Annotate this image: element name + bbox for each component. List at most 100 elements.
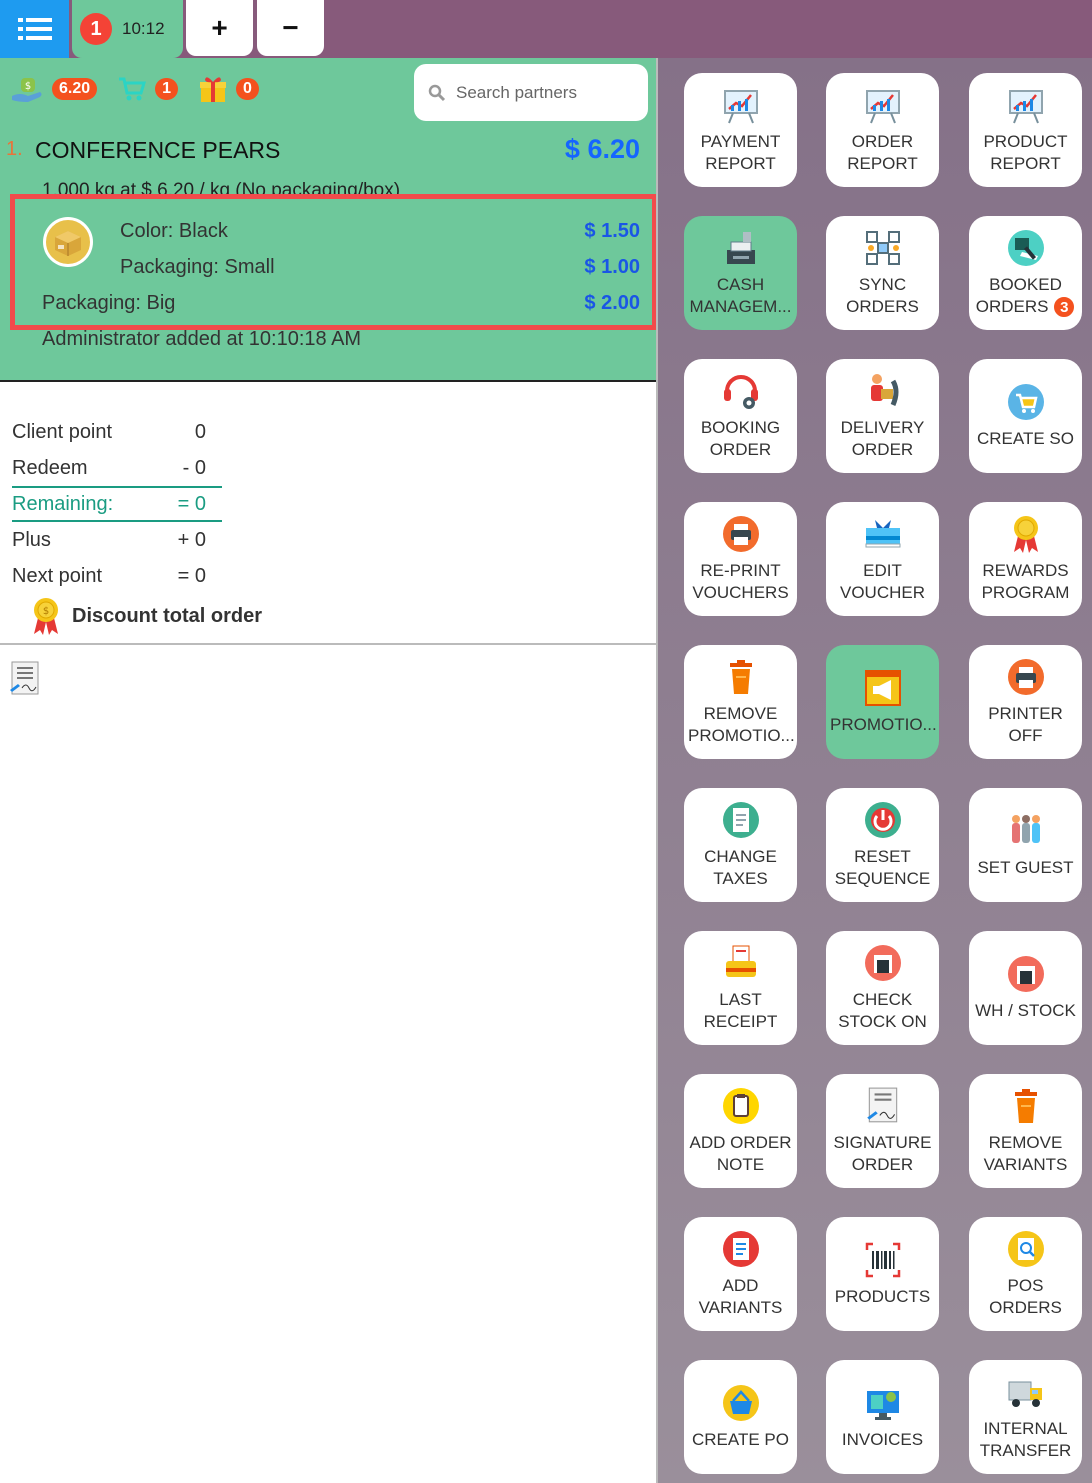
svg-text:$: $ bbox=[25, 81, 31, 92]
tile-label: LAST RECEIPT bbox=[703, 990, 778, 1031]
tile-edit-voucher[interactable]: EDIT VOUCHER bbox=[826, 502, 939, 616]
tile-rewards-program[interactable]: REWARDS PROGRAM bbox=[969, 502, 1082, 616]
points-row: Next point = 0 bbox=[12, 558, 222, 594]
printer-icon bbox=[721, 514, 761, 554]
add-order-button[interactable]: + bbox=[186, 0, 253, 56]
tile-label: BOOKED ORDERS 3 bbox=[972, 274, 1079, 319]
tile-add-order-note[interactable]: ADD ORDER NOTE bbox=[684, 1074, 797, 1188]
count-badge: 3 bbox=[1053, 296, 1076, 319]
search-icon bbox=[428, 84, 446, 101]
tile-label: ORDER REPORT bbox=[847, 132, 918, 173]
tile-label: PROMOTIO... bbox=[830, 715, 937, 734]
tile-add-variants[interactable]: ADD VARIANTS bbox=[684, 1217, 797, 1331]
remove-order-button[interactable]: − bbox=[257, 0, 324, 56]
loyalty-points: Client point 0 Redeem - 0 Remaining: = 0… bbox=[12, 414, 222, 594]
added-by-note: Administrator added at 10:10:18 AM bbox=[42, 328, 362, 350]
tile-change-taxes[interactable]: CHANGE TAXES bbox=[684, 788, 797, 902]
tile-order-report[interactable]: ORDER REPORT bbox=[826, 73, 939, 187]
tile-sync-orders[interactable]: SYNC ORDERS bbox=[826, 216, 939, 330]
checklist-icon bbox=[721, 1229, 761, 1269]
truck-icon bbox=[1006, 1372, 1046, 1412]
tile-label: REMOVE VARIANTS bbox=[983, 1133, 1068, 1174]
search-partners-input[interactable] bbox=[456, 82, 626, 103]
tile-remove-variants[interactable]: REMOVE VARIANTS bbox=[969, 1074, 1082, 1188]
variants-box: Color: Black $ 1.50 Packaging: Small $ 1… bbox=[10, 194, 657, 330]
chart-board-icon bbox=[863, 85, 903, 125]
points-value: - 0 bbox=[182, 456, 206, 479]
points-value: 0 bbox=[194, 420, 206, 443]
tile-pos-orders[interactable]: POS ORDERS bbox=[969, 1217, 1082, 1331]
search-doc-icon bbox=[1006, 1229, 1046, 1269]
points-row: Client point 0 bbox=[12, 414, 222, 450]
tile-create-po[interactable]: CREATE PO bbox=[684, 1360, 797, 1474]
tile-reset-sequence[interactable]: RESET SEQUENCE bbox=[826, 788, 939, 902]
order-summary-stats: $ 6.20 1 0 bbox=[10, 74, 259, 104]
tile-set-guest[interactable]: SET GUEST bbox=[969, 788, 1082, 902]
points-value: + 0 bbox=[177, 528, 206, 551]
tile-booking-order[interactable]: BOOKING ORDER bbox=[684, 359, 797, 473]
tile-cash-managem[interactable]: CASH MANAGEM... bbox=[684, 216, 797, 330]
tile-invoices[interactable]: INVOICES bbox=[826, 1360, 939, 1474]
tile-label: RE-PRINT VOUCHERS bbox=[692, 561, 789, 602]
gift-count-badge: 0 bbox=[236, 78, 259, 100]
tile-internal-transfer[interactable]: INTERNAL TRANSFER bbox=[969, 1360, 1082, 1474]
cart-icon bbox=[119, 77, 147, 101]
tile-label: INTERNAL TRANSFER bbox=[979, 1419, 1072, 1460]
tile-products[interactable]: PRODUCTS bbox=[826, 1217, 939, 1331]
tile-promotio[interactable]: PROMOTIO... bbox=[826, 645, 939, 759]
tile-label: POS ORDERS bbox=[989, 1276, 1062, 1317]
top-bar: 1 10:12 + − bbox=[0, 0, 1092, 58]
order-tab[interactable]: 1 10:12 bbox=[72, 0, 183, 58]
tile-label: INVOICES bbox=[841, 1430, 924, 1449]
cart-count-badge: 1 bbox=[155, 78, 179, 100]
points-label: Remaining: bbox=[12, 492, 114, 515]
headset-icon bbox=[721, 371, 761, 411]
tile-remove-promotio[interactable]: REMOVE PROMOTIO... bbox=[684, 645, 797, 759]
tile-label: EDIT VOUCHER bbox=[839, 561, 925, 602]
tile-re-print-vouchers[interactable]: RE-PRINT VOUCHERS bbox=[684, 502, 797, 616]
tile-wh-stock[interactable]: WH / STOCK bbox=[969, 931, 1082, 1045]
tile-label: REWARDS PROGRAM bbox=[981, 561, 1070, 602]
menu-button[interactable] bbox=[0, 0, 69, 58]
amount-badge: 6.20 bbox=[52, 78, 98, 100]
tile-product-report[interactable]: PRODUCT REPORT bbox=[969, 73, 1082, 187]
signature-icon[interactable] bbox=[8, 660, 42, 703]
points-value: = 0 bbox=[177, 492, 206, 515]
discount-total-order[interactable]: $ Discount total order bbox=[30, 596, 262, 636]
tile-delivery-order[interactable]: DELIVERY ORDER bbox=[826, 359, 939, 473]
points-value: = 0 bbox=[177, 564, 206, 587]
clipboard-icon bbox=[721, 1086, 761, 1126]
tile-label: CREATE PO bbox=[692, 1430, 789, 1449]
gift-icon bbox=[200, 77, 227, 102]
tile-label: BOOKING ORDER bbox=[700, 418, 781, 459]
warehouse-icon bbox=[1006, 954, 1046, 994]
tile-label: DELIVERY ORDER bbox=[840, 418, 925, 459]
tile-printer-off[interactable]: PRINTER OFF bbox=[969, 645, 1082, 759]
tile-last-receipt[interactable]: LAST RECEIPT bbox=[684, 931, 797, 1045]
tile-label: ADD VARIANTS bbox=[698, 1276, 783, 1317]
megaphone-icon bbox=[863, 668, 903, 708]
cash-register-icon bbox=[721, 228, 761, 268]
tile-check-stock-on[interactable]: CHECK STOCK ON bbox=[826, 931, 939, 1045]
tile-label: CHECK STOCK ON bbox=[838, 990, 927, 1031]
list-menu-icon bbox=[17, 18, 52, 40]
medal-icon: $ bbox=[34, 598, 58, 635]
tile-label: RESET SEQUENCE bbox=[834, 847, 931, 888]
tile-create-so[interactable]: CREATE SO bbox=[969, 359, 1082, 473]
discount-label: Discount total order bbox=[72, 604, 263, 627]
variant-label: Color: Black bbox=[120, 220, 228, 242]
product-name[interactable]: CONFERENCE PEARS bbox=[35, 137, 280, 164]
search-partners-box[interactable] bbox=[414, 64, 648, 121]
variant-price: $ 2.00 bbox=[584, 292, 640, 314]
barcode-icon bbox=[863, 1240, 903, 1280]
power-icon bbox=[863, 800, 903, 840]
points-label: Client point bbox=[12, 420, 113, 443]
guests-icon bbox=[1006, 811, 1046, 851]
points-label: Redeem bbox=[12, 456, 88, 479]
tile-payment-report[interactable]: PAYMENT REPORT bbox=[684, 73, 797, 187]
points-row: Plus + 0 bbox=[12, 522, 222, 558]
order-lines-area: $ 6.20 1 0 1. CONFERENCE PEARS $ 6 bbox=[0, 58, 657, 382]
tile-booked-orders[interactable]: BOOKED ORDERS 3 bbox=[969, 216, 1082, 330]
tile-signature-order[interactable]: SIGNATURE ORDER bbox=[826, 1074, 939, 1188]
delivery-person-icon bbox=[863, 371, 903, 411]
